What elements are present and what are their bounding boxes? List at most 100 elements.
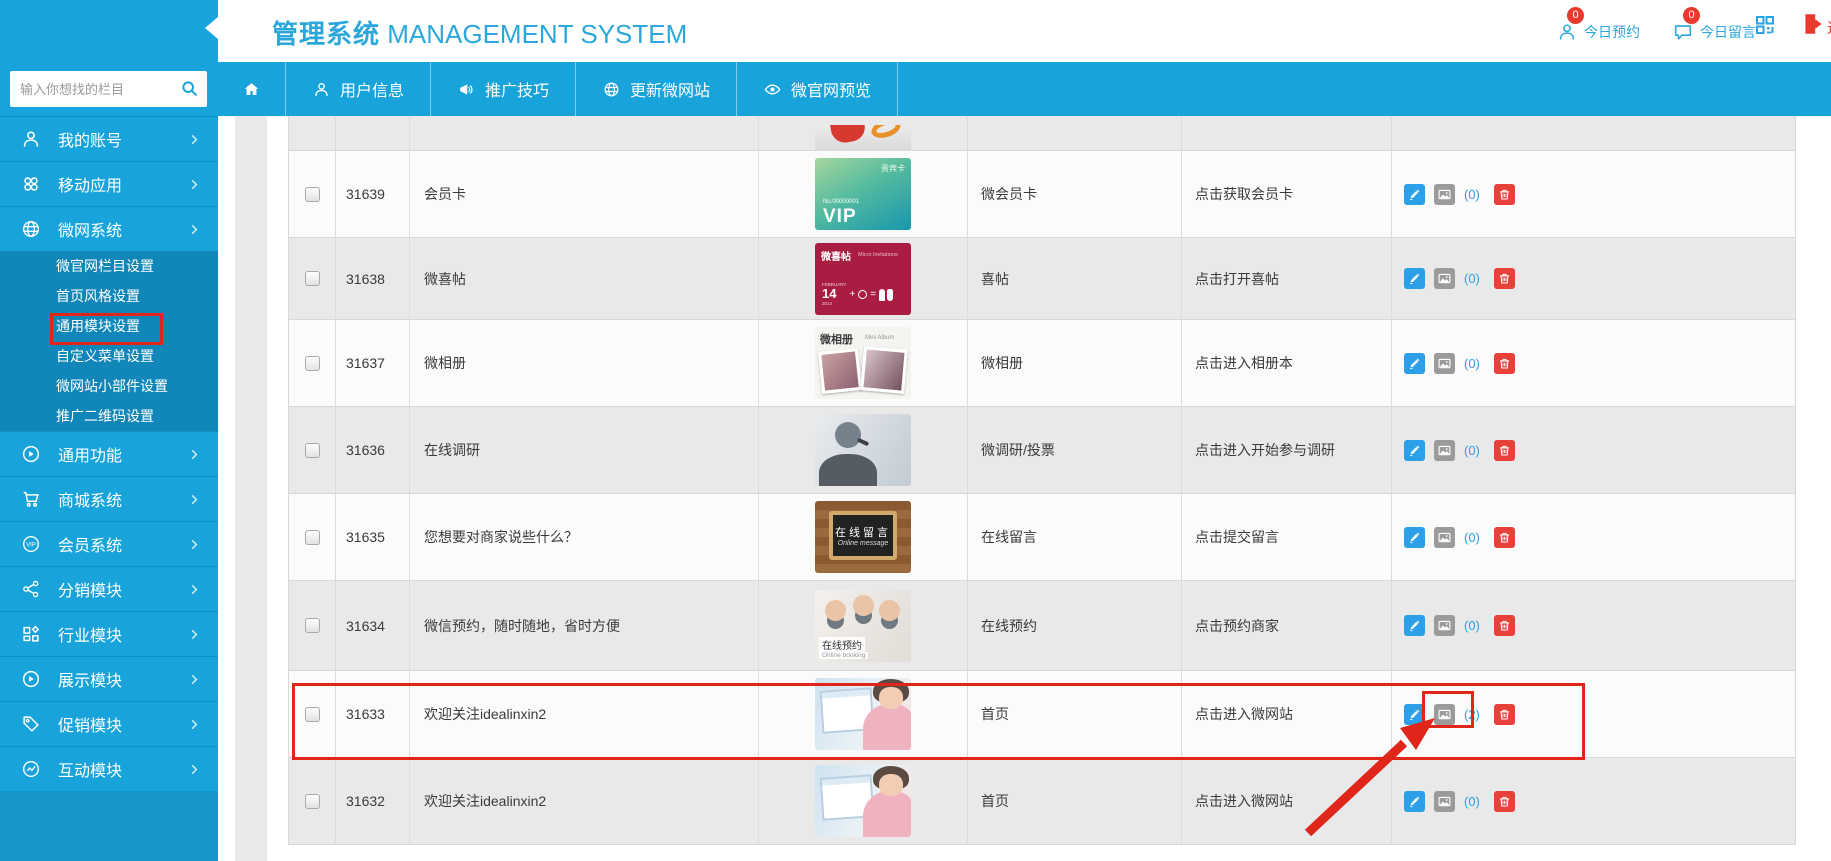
images-count[interactable]: (0) xyxy=(1464,356,1480,371)
header-stat-label: 今日留言 xyxy=(1700,22,1756,42)
images-count[interactable]: (0) xyxy=(1464,794,1480,809)
thumbnail-homepage xyxy=(815,678,911,750)
edit-button[interactable] xyxy=(1404,527,1425,548)
edit-button[interactable] xyxy=(1404,353,1425,374)
images-button[interactable] xyxy=(1434,440,1455,461)
sidebar-item-行业模块[interactable]: 行业模块 xyxy=(0,611,218,656)
thumbnail-booking: 在线预约Online booking xyxy=(815,590,911,662)
sidebar-item-促销模块[interactable]: 促销模块 xyxy=(0,701,218,746)
images-count[interactable]: (2) xyxy=(1464,707,1480,722)
row-checkbox[interactable] xyxy=(305,618,320,633)
images-button[interactable] xyxy=(1434,184,1455,205)
sidebar: 我的账号移动应用微网系统微官网栏目设置首页风格设置通用模块设置自定义菜单设置微网… xyxy=(0,116,218,861)
images-count[interactable]: (0) xyxy=(1464,618,1480,633)
delete-button[interactable] xyxy=(1494,440,1515,461)
images-button[interactable] xyxy=(1434,268,1455,289)
delete-button[interactable] xyxy=(1494,615,1515,636)
images-count[interactable]: (0) xyxy=(1464,443,1480,458)
headset-deco xyxy=(857,438,870,447)
qr-code-icon[interactable] xyxy=(1753,13,1777,37)
row-action: 点击提交留言 xyxy=(1195,527,1279,547)
nav-item-用户信息[interactable]: 用户信息 xyxy=(285,62,430,116)
table-cell-operations: (0) xyxy=(1392,238,1795,319)
user-icon xyxy=(312,80,331,99)
thumbnail-seal xyxy=(815,125,911,151)
table-row-partial xyxy=(289,116,1795,151)
chevron-right-icon xyxy=(187,132,202,147)
header-stat-今日留言[interactable]: 0今日留言 xyxy=(1672,21,1756,43)
images-count[interactable]: (0) xyxy=(1464,271,1480,286)
row-id: 31636 xyxy=(346,442,385,458)
edit-button[interactable] xyxy=(1404,704,1425,725)
images-count[interactable]: (0) xyxy=(1464,187,1480,202)
delete-button[interactable] xyxy=(1494,353,1515,374)
sidebar-submenu: 微官网栏目设置首页风格设置通用模块设置自定义菜单设置微网站小部件设置推广二维码设… xyxy=(0,251,218,431)
edit-button[interactable] xyxy=(1404,184,1425,205)
search-input[interactable] xyxy=(10,71,178,107)
delete-button[interactable] xyxy=(1494,268,1515,289)
nav-item-更新微网站[interactable]: 更新微网站 xyxy=(575,62,736,116)
row-checkbox[interactable] xyxy=(305,707,320,722)
row-checkbox[interactable] xyxy=(305,794,320,809)
edit-button[interactable] xyxy=(1404,791,1425,812)
person-outline-icon xyxy=(1556,21,1578,43)
logout-label[interactable]: 退出 xyxy=(1827,17,1831,38)
row-checkbox[interactable] xyxy=(305,187,320,202)
images-count[interactable]: (0) xyxy=(1464,530,1480,545)
images-button[interactable] xyxy=(1434,704,1455,725)
images-button[interactable] xyxy=(1434,615,1455,636)
submenu-item-自定义菜单设置[interactable]: 自定义菜单设置 xyxy=(0,341,218,371)
nav-item-微官网预览[interactable]: 微官网预览 xyxy=(736,62,898,116)
thumbnail-text: No.00000001 xyxy=(823,199,859,205)
globe-icon xyxy=(20,218,42,240)
edit-button[interactable] xyxy=(1404,440,1425,461)
nav-item-推广技巧[interactable]: 推广技巧 xyxy=(430,62,575,116)
chevron-right-icon xyxy=(187,177,202,192)
row-checkbox[interactable] xyxy=(305,356,320,371)
header-stat-今日预约[interactable]: 0今日预约 xyxy=(1556,21,1640,43)
sidebar-item-展示模块[interactable]: 展示模块 xyxy=(0,656,218,701)
submenu-item-微网站小部件设置[interactable]: 微网站小部件设置 xyxy=(0,371,218,401)
edit-button[interactable] xyxy=(1404,615,1425,636)
edit-button[interactable] xyxy=(1404,268,1425,289)
search-icon[interactable] xyxy=(179,78,200,99)
submenu-item-推广二维码设置[interactable]: 推广二维码设置 xyxy=(0,401,218,431)
sidebar-item-分销模块[interactable]: 分销模块 xyxy=(0,566,218,611)
submenu-item-微官网栏目设置[interactable]: 微官网栏目设置 xyxy=(0,251,218,281)
sidebar-item-微网系统[interactable]: 微网系统 xyxy=(0,206,218,251)
sidebar-item-商城系统[interactable]: 商城系统 xyxy=(0,476,218,521)
delete-button[interactable] xyxy=(1494,184,1515,205)
sidebar-item-互动模块[interactable]: 互动模块 xyxy=(0,746,218,791)
nav-item-home[interactable] xyxy=(218,62,285,116)
row-checkbox[interactable] xyxy=(305,271,320,286)
figure-icon xyxy=(887,289,893,301)
row-type: 喜帖 xyxy=(981,269,1009,289)
sidebar-item-移动应用[interactable]: 移动应用 xyxy=(0,161,218,206)
sidebar-item-我的账号[interactable]: 我的账号 xyxy=(0,116,218,161)
delete-button[interactable] xyxy=(1494,704,1515,725)
submenu-item-首页风格设置[interactable]: 首页风格设置 xyxy=(0,281,218,311)
thumbnail-text: = xyxy=(870,289,876,300)
table-cell-title: 欢迎关注idealinxin2 xyxy=(410,671,759,757)
sidebar-item-会员系统[interactable]: VIP会员系统 xyxy=(0,521,218,566)
submenu-item-通用模块设置[interactable]: 通用模块设置 xyxy=(0,311,218,341)
person-deco xyxy=(879,687,903,709)
thumbnail-text: Micro Invitations xyxy=(858,252,898,258)
logout-door-icon[interactable] xyxy=(1800,11,1826,37)
person-deco xyxy=(835,422,861,448)
row-checkbox[interactable] xyxy=(305,530,320,545)
sidebar-item-label: 行业模块 xyxy=(58,622,122,646)
table-cell-checkbox xyxy=(289,407,336,493)
images-button[interactable] xyxy=(1434,527,1455,548)
images-button[interactable] xyxy=(1434,353,1455,374)
table-cell-checkbox xyxy=(289,671,336,757)
table-cell-image: 微喜帖Micro InvitationsFEBRUARY142014+= xyxy=(759,238,968,319)
share-icon xyxy=(20,578,42,600)
sidebar-item-通用功能[interactable]: 通用功能 xyxy=(0,431,218,476)
row-checkbox[interactable] xyxy=(305,443,320,458)
delete-button[interactable] xyxy=(1494,791,1515,812)
delete-button[interactable] xyxy=(1494,527,1515,548)
images-button[interactable] xyxy=(1434,791,1455,812)
row-title: 微信预约，随时随地，省时方便 xyxy=(424,616,620,636)
row-action: 点击进入微网站 xyxy=(1195,704,1293,724)
